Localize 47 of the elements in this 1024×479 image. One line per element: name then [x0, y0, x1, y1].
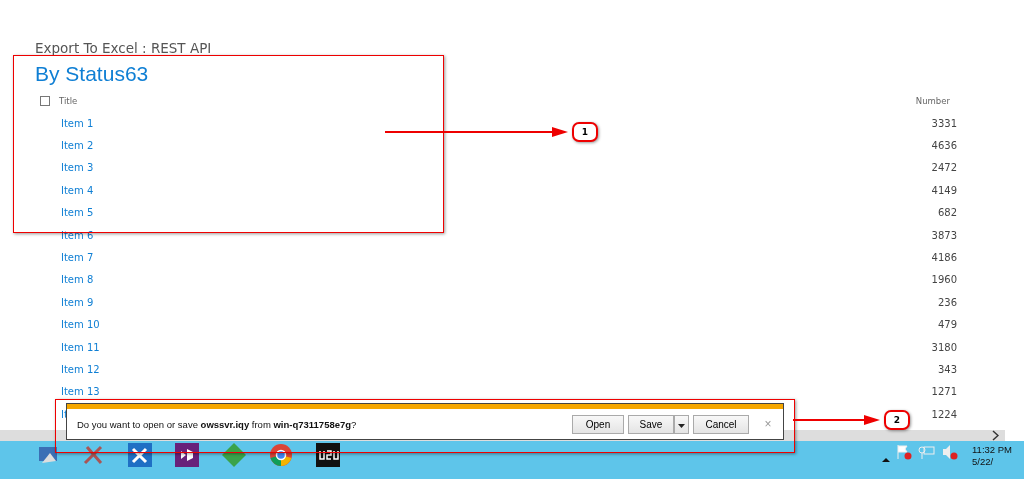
select-all-checkbox[interactable] — [40, 96, 50, 106]
item-link[interactable]: Item 13 — [61, 386, 100, 398]
number-cell: 2472 — [931, 162, 957, 174]
item-link[interactable]: Item 10 — [61, 319, 100, 331]
diamond-icon[interactable] — [220, 443, 248, 467]
caret-icon — [678, 423, 685, 428]
number-cell: 3331 — [931, 117, 957, 129]
column-header[interactable]: Title — [59, 96, 916, 106]
item-link[interactable]: Item 12 — [61, 364, 100, 375]
item-link[interactable]: Item 7 — [61, 252, 94, 264]
list-heading: By Status63 — [35, 61, 150, 87]
dialog-button[interactable]: Open — [572, 414, 624, 434]
number-cell: 4149 — [931, 184, 957, 196]
clock-date[interactable]: 5/22/ — [972, 456, 1012, 468]
number-cell: 1224 — [931, 408, 957, 420]
download-prompt: Do you want to open or save owssvr.iqy from win-q7311758e7g? — [77, 418, 358, 430]
dialog-button[interactable]: Cancel — [693, 414, 749, 434]
callout-label: 1 — [572, 122, 598, 142]
column-header[interactable]: Number — [915, 96, 957, 106]
number-cell: 4636 — [931, 140, 957, 152]
dropdown-button[interactable] — [674, 414, 689, 434]
number-cell: 236 — [937, 296, 957, 308]
dialog-button[interactable]: Save — [628, 414, 674, 434]
app-icon[interactable] — [314, 443, 342, 467]
clock-time[interactable]: 11:32 PM — [972, 444, 1012, 456]
item-link[interactable]: Item 2 — [61, 140, 94, 152]
number-cell: 1960 — [931, 274, 957, 286]
number-cell: 3180 — [931, 341, 957, 353]
number-cell: 4186 — [931, 252, 957, 264]
number-cell: 343 — [937, 364, 957, 375]
item-link[interactable]: Item 9 — [61, 296, 94, 308]
close-button[interactable]: × — [759, 414, 777, 434]
item-link[interactable]: Item 11 — [61, 341, 100, 353]
item-link[interactable]: Item 5 — [61, 207, 94, 219]
chevron-right-icon[interactable] — [992, 430, 999, 441]
item-link[interactable]: Item 3 — [61, 162, 94, 174]
muted-speaker-icon[interactable] — [942, 444, 959, 460]
number-cell: 1271 — [931, 386, 957, 398]
number-cell: 3873 — [931, 229, 957, 241]
page-title: Export To Excel : REST API — [35, 39, 212, 58]
item-link[interactable]: Item 1 — [61, 117, 94, 129]
item-link[interactable]: Item 4 — [61, 184, 94, 196]
item-link[interactable]: Item 8 — [61, 274, 94, 286]
callout-label: 2 — [884, 410, 910, 430]
number-cell: 682 — [937, 207, 957, 219]
number-cell: 479 — [937, 319, 957, 331]
flag-icon[interactable] — [896, 444, 913, 460]
